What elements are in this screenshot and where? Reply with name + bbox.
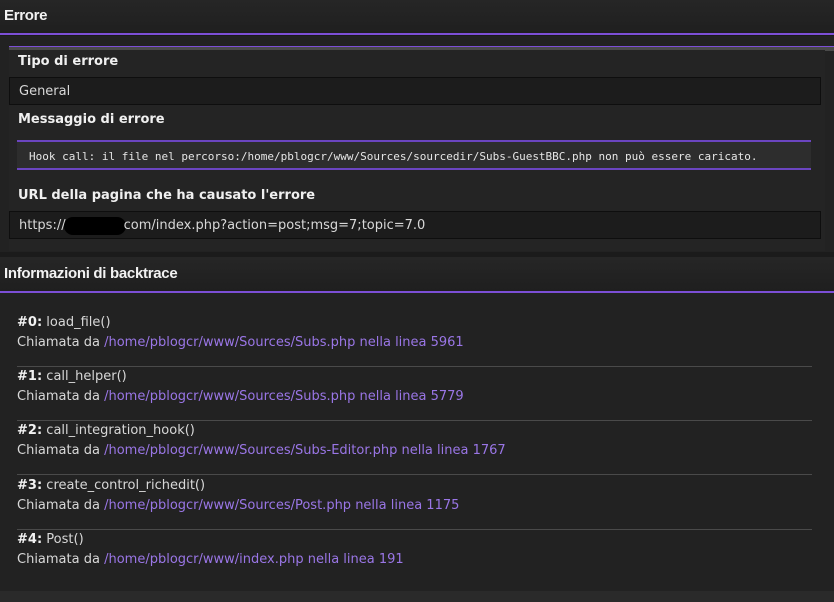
frame-caller: Chiamata da /home/pblogcr/www/index.php … (17, 550, 812, 570)
error-url-label: URL della pagina che ha causato l'errore (18, 188, 316, 203)
called-from-label: Chiamata da (17, 443, 100, 458)
frame-number: #0 (17, 315, 37, 330)
error-url-value[interactable]: https:// com/index.php?action=post;msg=7;… (9, 211, 821, 239)
frame-number: #4 (17, 532, 37, 547)
frame-location-link[interactable]: /home/pblogcr/www/Sources/Subs.php nella… (104, 389, 464, 404)
frame-func-name: load_file() (46, 315, 111, 330)
frame-location-link[interactable]: /home/pblogcr/www/Sources/Post.php nella… (104, 498, 459, 513)
frame-location-link[interactable]: /home/pblogcr/www/index.php nella linea … (104, 552, 404, 567)
error-type-label: Tipo di errore (18, 54, 119, 69)
backtrace-frame: #0: load_file() Chiamata da /home/pblogc… (17, 313, 812, 367)
frame-number: #2 (17, 423, 37, 438)
error-header: Errore (0, 0, 834, 35)
backtrace-frame: #2: call_integration_hook() Chiamata da … (17, 421, 812, 475)
frame-caller: Chiamata da /home/pblogcr/www/Sources/Su… (17, 441, 812, 461)
frame-function: #2: call_integration_hook() (17, 423, 195, 438)
frame-func-name: call_integration_hook() (46, 423, 195, 438)
divider (17, 474, 812, 475)
redaction-mark (63, 216, 126, 235)
url-suffix: com/index.php?action=post;msg=7;topic=7.… (123, 218, 426, 233)
frame-function: #4: Post() (17, 532, 84, 547)
footer-bar (0, 591, 834, 602)
error-panel: Tipo di errore General Messaggio di erro… (0, 36, 834, 252)
frame-function: #1: call_helper() (17, 369, 127, 384)
frame-number: #3 (17, 478, 37, 493)
backtrace-frame: #1: call_helper() Chiamata da /home/pblo… (17, 367, 812, 421)
frame-func-name: create_control_richedit() (46, 478, 206, 493)
called-from-label: Chiamata da (17, 498, 100, 513)
called-from-label: Chiamata da (17, 335, 100, 350)
frame-function: #3: create_control_richedit() (17, 478, 206, 493)
frame-number: #1 (17, 369, 37, 384)
frame-function: #0: load_file() (17, 315, 111, 330)
frame-func-name: call_helper() (46, 369, 127, 384)
called-from-label: Chiamata da (17, 552, 100, 567)
error-details: Tipo di errore General Messaggio di erro… (9, 50, 825, 251)
frame-caller: Chiamata da /home/pblogcr/www/Sources/Su… (17, 387, 812, 407)
frame-func-name: Post() (46, 532, 84, 547)
frame-caller: Chiamata da /home/pblogcr/www/Sources/Po… (17, 496, 812, 516)
backtrace-frame: #3: create_control_richedit() Chiamata d… (17, 476, 812, 530)
error-message-label: Messaggio di errore (18, 112, 165, 127)
backtrace-header-title: Informazioni di backtrace (4, 265, 178, 282)
error-message-code: Hook call: il file nel percorso:/home/pb… (17, 140, 811, 170)
error-type-value: General (9, 77, 821, 105)
url-prefix: https:// (19, 218, 66, 233)
frame-caller: Chiamata da /home/pblogcr/www/Sources/Su… (17, 333, 812, 353)
called-from-label: Chiamata da (17, 389, 100, 404)
backtrace-frame: #4: Post() Chiamata da /home/pblogcr/www… (17, 530, 812, 584)
error-header-title: Errore (4, 7, 48, 24)
frame-location-link[interactable]: /home/pblogcr/www/Sources/Subs-Editor.ph… (104, 443, 506, 458)
backtrace-panel: #0: load_file() Chiamata da /home/pblogc… (0, 293, 834, 602)
frame-location-link[interactable]: /home/pblogcr/www/Sources/Subs.php nella… (104, 335, 464, 350)
backtrace-header: Informazioni di backtrace (0, 257, 834, 293)
